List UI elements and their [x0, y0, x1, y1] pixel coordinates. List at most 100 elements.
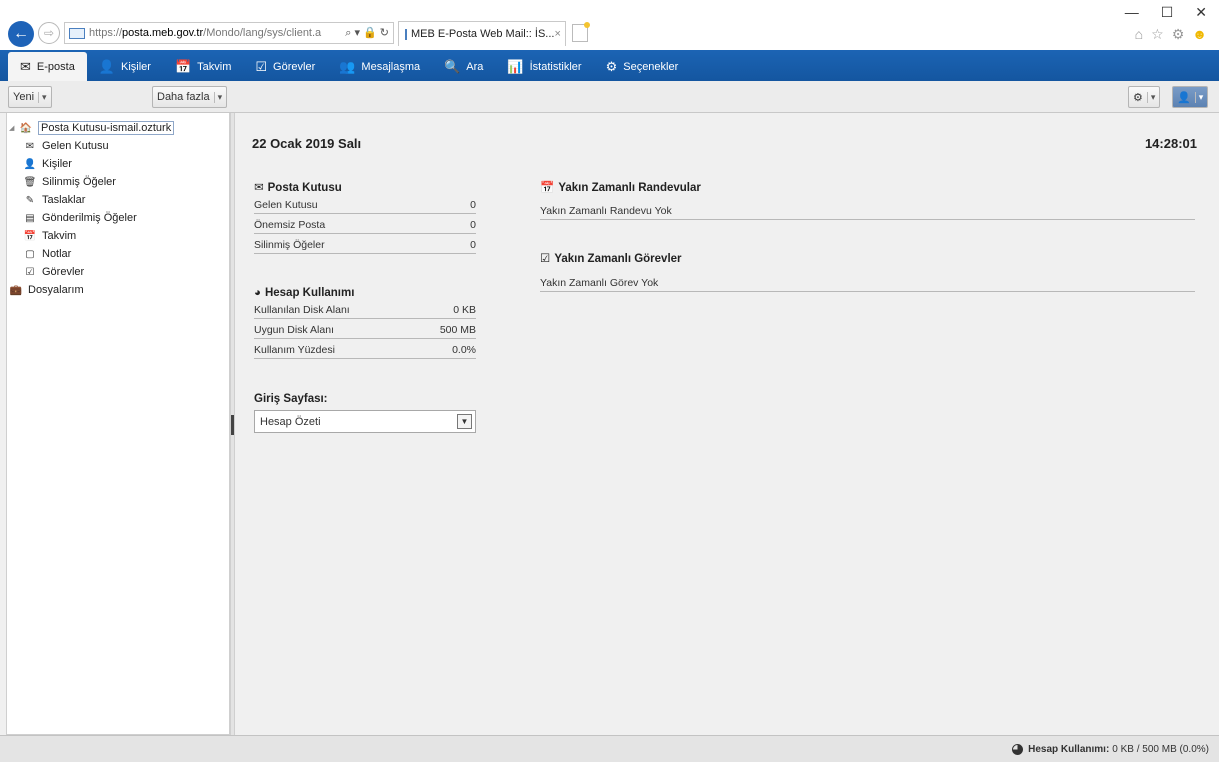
nav-calendar[interactable]: 📅 Takvim [163, 53, 243, 81]
more-label: Daha fazla [157, 91, 210, 103]
mailbox-row: Gelen Kutusu 0 [254, 197, 476, 214]
status-bar: Hesap Kullanımı: 0 KB / 500 MB (0.0%) [0, 735, 1219, 762]
nav-statistics[interactable]: 📊 İstatistikler [495, 53, 593, 81]
new-tab-button[interactable] [572, 22, 590, 42]
more-button[interactable]: Daha fazla ▾ [152, 86, 228, 108]
folder-tasks[interactable]: ☑ Görevler [7, 263, 229, 281]
folder-drafts[interactable]: ✎ Taslaklar [7, 191, 229, 209]
row-value: 0 [470, 219, 476, 231]
pie-chart-icon [1012, 743, 1024, 755]
nav-label: İstatistikler [529, 61, 582, 73]
expand-icon[interactable]: ◢ [9, 124, 19, 132]
nav-search[interactable]: 🔍 Ara [432, 53, 495, 81]
nav-label: Kişiler [121, 61, 151, 73]
homepage-title: Giriş Sayfası: [254, 393, 328, 405]
new-label: Yeni [13, 91, 35, 103]
maximize-button[interactable]: ☐ [1161, 4, 1174, 21]
tasks-section-title: ☑ Yakın Zamanlı Görevler [540, 251, 682, 265]
usage-row: Uygun Disk Alanı 500 MB [254, 322, 476, 339]
chevron-down-icon[interactable]: ▾ [1146, 91, 1155, 103]
nav-email[interactable]: ✉ E-posta [8, 52, 87, 81]
row-label: Kullanım Yüzdesi [254, 344, 335, 356]
nav-label: Mesajlaşma [361, 61, 421, 73]
folder-inbox[interactable]: ✉ Gelen Kutusu [7, 137, 229, 155]
usage-value: 0 KB / 500 MB (0.0%) [1112, 743, 1209, 755]
collapse-handle[interactable] [231, 415, 234, 435]
forward-button[interactable]: ⇨ [38, 22, 60, 44]
folder-notes[interactable]: ▢ Notlar [7, 245, 229, 263]
nav-tasks[interactable]: ☑ Görevler [243, 53, 327, 81]
tab-title: MEB E-Posta Web Mail:: İS... [411, 28, 555, 40]
section-title-text: Yakın Zamanlı Görevler [554, 253, 682, 265]
chevron-down-icon[interactable]: ▼ [457, 414, 472, 429]
row-label: Gelen Kutusu [254, 199, 318, 211]
mail-icon: ✉ [25, 140, 35, 152]
person-icon: 👤 [23, 158, 37, 170]
usage-row: Kullanılan Disk Alanı 0 KB [254, 302, 476, 319]
tree-root[interactable]: ◢ 🏠 Posta Kutusu-ismail.ozturk [7, 119, 229, 137]
folder-label: Gönderilmiş Öğeler [42, 212, 137, 224]
folder-deleted[interactable]: 🗑 Silinmiş Öğeler [7, 173, 229, 191]
mailbox-row: Silinmiş Öğeler 0 [254, 237, 476, 254]
chevron-down-icon[interactable]: ▾ [213, 91, 222, 103]
tab-mail-icon [405, 28, 407, 40]
folder-contacts[interactable]: 👤 Kişiler [7, 155, 229, 173]
folder-sent[interactable]: ▤ Gönderilmiş Öğeler [7, 209, 229, 227]
row-value: 0 [470, 199, 476, 211]
calendar-icon: 📅 [540, 182, 555, 194]
nav-label: Görevler [273, 61, 316, 73]
star-icon[interactable]: ☆ [1151, 26, 1164, 43]
calendar-icon: 📅 [174, 59, 192, 74]
usage-section-title: ◕ Hesap Kullanımı [254, 287, 354, 299]
back-button[interactable]: ← [8, 21, 34, 47]
mailbox-root-label: Posta Kutusu-ismail.ozturk [38, 121, 175, 135]
mail-icon: ✉ [20, 58, 31, 74]
mailbox-section-title: ✉ Posta Kutusu [254, 180, 342, 194]
address-bar[interactable]: https://posta.meb.gov.tr/Mondo/lang/sys/… [64, 22, 394, 44]
usage-label: Hesap Kullanımı: [1028, 743, 1110, 755]
briefcase-icon: 💼 [9, 284, 23, 296]
homepage-select[interactable]: Hesap Özeti ▼ [254, 410, 476, 433]
nav-options[interactable]: ⚙ Seçenekler [594, 53, 691, 81]
nav-label: Ara [466, 61, 484, 73]
gear-icon: ⚙ [1133, 91, 1143, 104]
address-tools[interactable]: ⌕ ▾ 🔒 ↻ [345, 26, 393, 40]
task-icon: ☑ [25, 266, 35, 278]
home-icon: 🏠 [19, 122, 33, 134]
gear-icon[interactable]: ⚙ [1172, 26, 1185, 43]
tab-close-icon[interactable]: × [554, 28, 566, 40]
pane-splitter[interactable] [230, 113, 235, 735]
settings-button[interactable]: ⚙ ▾ [1128, 86, 1161, 108]
browser-chrome: ← ⇨ https://posta.meb.gov.tr/Mondo/lang/… [0, 0, 1219, 50]
chevron-down-icon[interactable]: ▾ [1194, 91, 1203, 103]
minimize-button[interactable]: — [1125, 4, 1139, 21]
folder-files[interactable]: 💼 Dosyalarım [7, 281, 229, 299]
chart-icon: 📊 [507, 59, 524, 74]
chevron-down-icon[interactable]: ▾ [38, 91, 47, 103]
appointments-section-title: 📅 Yakın Zamanlı Randevular [540, 180, 701, 194]
task-icon: ☑ [540, 253, 551, 265]
sent-icon: ▤ [25, 212, 35, 224]
folder-label: Kişiler [42, 158, 72, 170]
row-value: 0 KB [453, 304, 476, 316]
folder-label: Dosyalarım [28, 284, 84, 296]
browser-toolbar-icons: ⌂ ☆ ⚙ ☻ [1135, 26, 1207, 43]
nav-contacts[interactable]: 👤 Kişiler [87, 53, 163, 81]
row-value: 500 MB [439, 324, 476, 336]
mail-icon [69, 27, 85, 39]
nav-messaging[interactable]: 👥 Mesajlaşma [327, 53, 432, 81]
home-icon[interactable]: ⌂ [1135, 26, 1143, 43]
folder-tree: ◢ 🏠 Posta Kutusu-ismail.ozturk ✉ Gelen Ku… [6, 113, 230, 735]
note-icon: ▢ [25, 248, 35, 260]
close-window-button[interactable]: ✕ [1195, 4, 1207, 21]
draft-icon: ✎ [25, 194, 35, 206]
smiley-icon[interactable]: ☻ [1192, 26, 1207, 43]
folder-label: Notlar [42, 248, 72, 260]
tasks-empty: Yakın Zamanlı Görev Yok [540, 274, 1195, 292]
user-menu-button[interactable]: 👤 ▾ [1172, 86, 1209, 108]
folder-calendar[interactable]: 📅 Takvim [7, 227, 229, 245]
new-button[interactable]: Yeni ▾ [8, 86, 52, 108]
row-label: Silinmiş Öğeler [254, 239, 325, 251]
pie-chart-icon: ◕ [254, 287, 261, 299]
browser-tab[interactable]: MEB E-Posta Web Mail:: İS... × [398, 21, 566, 46]
